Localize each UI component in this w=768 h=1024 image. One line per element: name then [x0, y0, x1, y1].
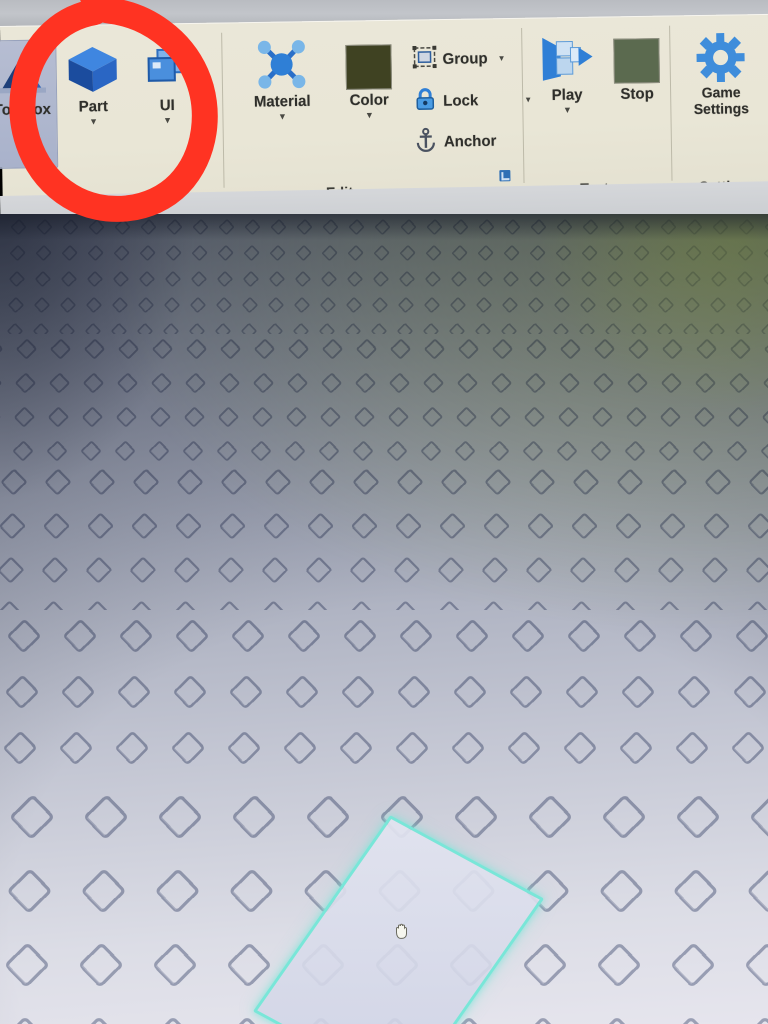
- padlock-icon: [413, 86, 437, 116]
- studio-window: Toolbox Part ▼ UI ▼ Material ▼ Color ▼ G…: [0, 0, 768, 1024]
- dialog-launcher-icon[interactable]: [499, 169, 511, 182]
- color-button[interactable]: Color ▼: [330, 36, 407, 120]
- part-button[interactable]: Part ▼: [56, 42, 129, 127]
- ribbon-toolbar: Toolbox Part ▼ UI ▼ Material ▼ Color ▼ G…: [0, 13, 768, 212]
- ribbon-group-settings: Game Settings Settings: [670, 14, 768, 201]
- stop-label: Stop: [620, 85, 654, 103]
- group-label: Group: [442, 49, 488, 69]
- toolbox-icon: [0, 46, 47, 100]
- ui-dropdown-caret[interactable]: ▼: [163, 115, 172, 125]
- top-shadow-gradient: [0, 214, 768, 240]
- color-swatch-icon: [345, 36, 393, 90]
- stop-swatch: [613, 38, 660, 84]
- material-dropdown-caret[interactable]: ▼: [278, 111, 287, 121]
- anchor-button[interactable]: Anchor: [414, 126, 497, 157]
- toolbox-button[interactable]: Toolbox: [0, 45, 59, 119]
- baseplate-studs-band-2: [0, 332, 768, 462]
- group-button[interactable]: Group ▼: [412, 45, 506, 74]
- stop-button[interactable]: Stop: [600, 30, 673, 104]
- group-selection-icon: [412, 45, 437, 74]
- part-dropdown-caret[interactable]: ▼: [89, 116, 98, 126]
- game-settings-label-line2: Settings: [693, 99, 750, 118]
- play-label: Play: [551, 86, 583, 105]
- ribbon-group-edit: Material ▼ Color ▼ Group ▼ Lock ▼ Anchor: [222, 18, 532, 208]
- play-button[interactable]: Play ▼: [530, 31, 603, 115]
- part-label: Part: [78, 97, 109, 116]
- ui-label: UI: [159, 96, 175, 115]
- ribbon-group-test: Play ▼ Stop Test: [522, 15, 673, 203]
- ui-frame-icon: [141, 41, 192, 95]
- material-label: Material: [253, 92, 311, 111]
- lock-label: Lock: [443, 91, 479, 110]
- stop-square-icon: [613, 30, 660, 84]
- baseplate-studs-band-4: [0, 608, 768, 783]
- baseplate-studs-band-3: [0, 460, 768, 610]
- game-settings-label-line1: Game: [701, 83, 741, 101]
- 3d-viewport[interactable]: [0, 214, 768, 1024]
- molecule-icon: [253, 37, 310, 91]
- play-dropdown-caret[interactable]: ▼: [563, 105, 572, 115]
- ribbon-group-insert: Toolbox Part ▼ UI ▼: [0, 23, 225, 212]
- color-swatch[interactable]: [345, 44, 393, 90]
- color-dropdown-caret[interactable]: ▼: [365, 110, 374, 120]
- material-button[interactable]: Material ▼: [238, 37, 325, 122]
- play-character-icon: [538, 31, 595, 85]
- group-dropdown-caret[interactable]: ▼: [497, 54, 505, 63]
- lock-button[interactable]: Lock ▼: [413, 85, 532, 116]
- blue-cube-icon: [64, 42, 121, 96]
- anchor-label: Anchor: [443, 132, 497, 151]
- toolbox-label: Toolbox: [0, 100, 52, 119]
- color-label: Color: [349, 91, 389, 110]
- anchor-icon: [414, 127, 438, 157]
- ui-button[interactable]: UI ▼: [130, 41, 203, 125]
- game-settings-button[interactable]: Game Settings: [674, 28, 767, 117]
- gear-icon: [695, 29, 746, 83]
